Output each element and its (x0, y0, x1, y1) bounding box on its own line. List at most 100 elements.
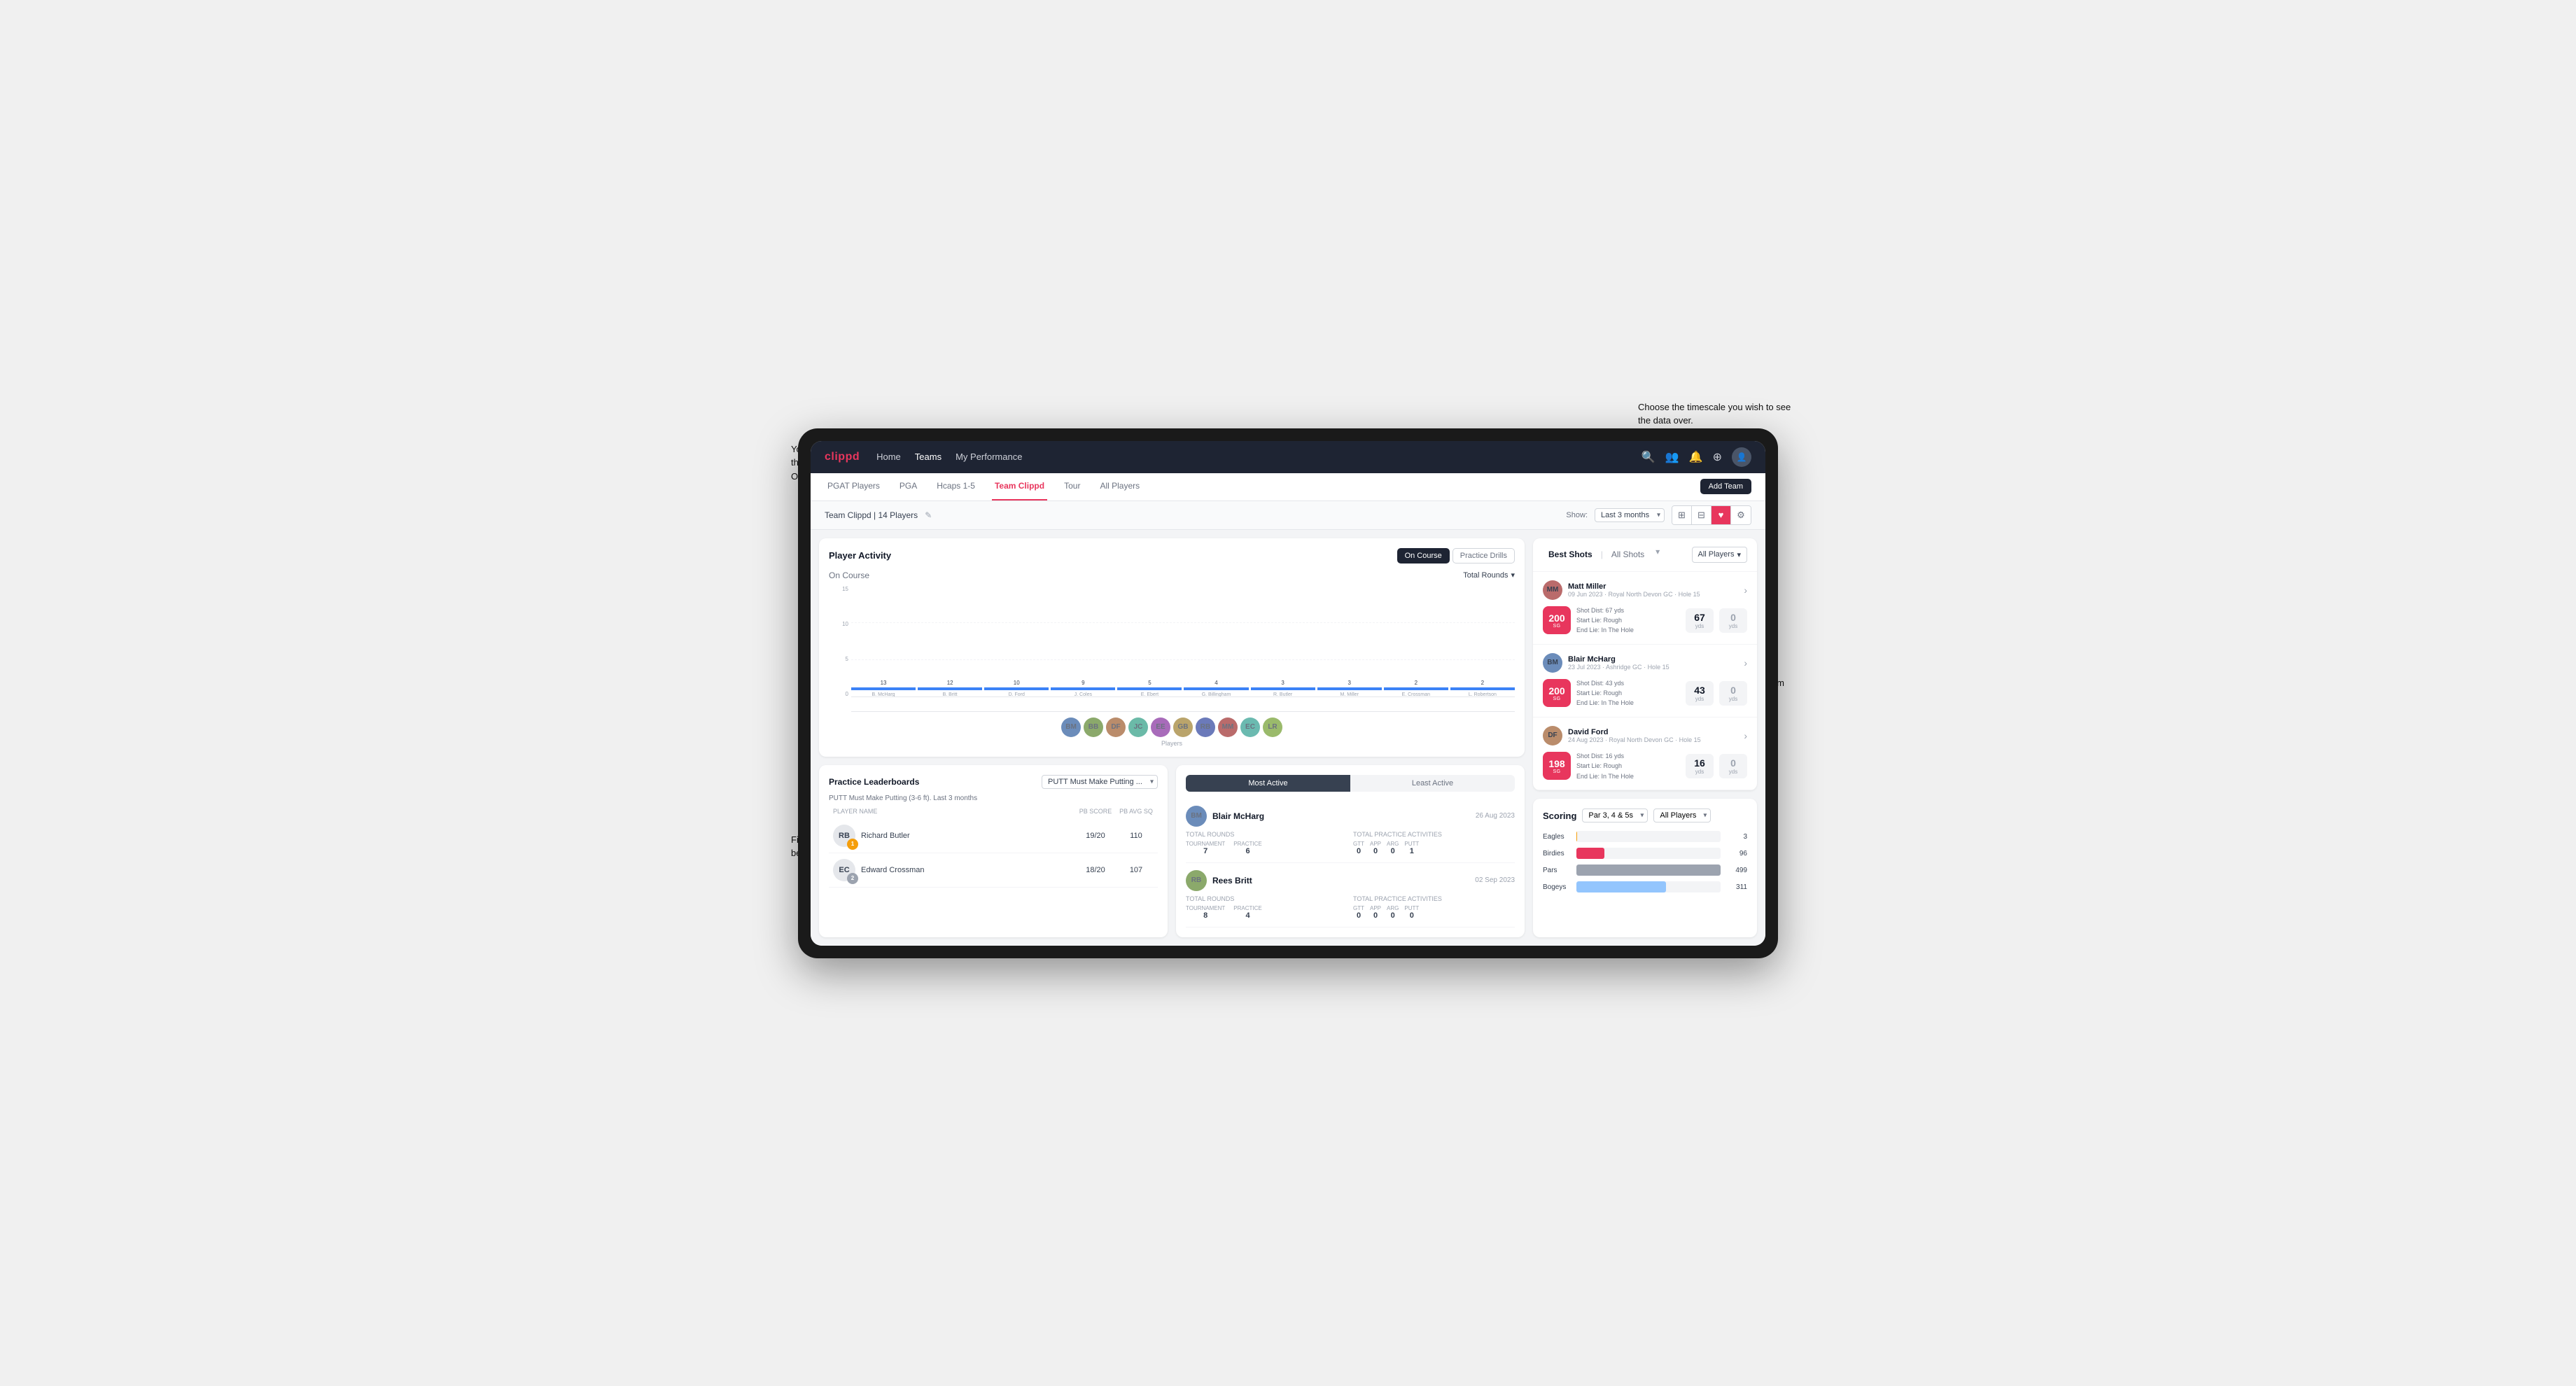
users-icon[interactable]: 👥 (1665, 450, 1679, 464)
bar-label-dford: D. Ford (1009, 692, 1025, 697)
top-nav: clippd Home Teams My Performance 🔍 👥 🔔 ⊕… (811, 441, 1765, 473)
lb-score-rbutler: 19/20 (1078, 832, 1113, 840)
gtt-col-2: GTT 0 (1353, 905, 1364, 920)
grid-view-button[interactable]: ⊟ (1692, 506, 1712, 524)
scoring-track-eagles (1576, 831, 1721, 842)
sub-nav-hcaps[interactable]: Hcaps 1-5 (934, 473, 978, 500)
arg-col-1: ARG 0 (1387, 841, 1399, 855)
scoring-card: Scoring Par 3, 4 & 5s All Players (1533, 799, 1757, 937)
activity-avatar-rbritt: RB (1186, 870, 1207, 891)
lb-avatar-ecrossman: EC 2 (833, 859, 855, 881)
all-players-dropdown[interactable]: All Players ▾ (1692, 547, 1748, 563)
rounds-stats-1: Tournament 7 Practice 6 (1186, 841, 1348, 855)
col-pb-score: PB SCORE (1078, 808, 1113, 815)
shot-stat-zero-3: 0 yds (1719, 754, 1747, 778)
shot-stat-zero-value-1: 0 (1730, 612, 1736, 623)
least-active-tab[interactable]: Least Active (1350, 775, 1515, 792)
player-activity-card: Player Activity On Course Practice Drill… (819, 538, 1525, 757)
toggle-group: On Course Practice Drills (1397, 548, 1515, 564)
sub-nav-pga[interactable]: PGA (897, 473, 920, 500)
search-icon[interactable]: 🔍 (1642, 450, 1656, 464)
activity-date-bmcharg: 26 Aug 2023 (1476, 812, 1515, 820)
lb-score-ecrossman: 18/20 (1078, 866, 1113, 874)
bar-label-jcoles: J. Coles (1074, 692, 1092, 697)
players-avatar-row: BM BB DF JC EE GB RB MM EC LR (829, 712, 1515, 737)
total-rounds-section-2: Total Rounds Tournament 8 Practice (1186, 895, 1348, 920)
nav-link-teams[interactable]: Teams (915, 449, 941, 465)
shot-stat-zero-value-3: 0 (1730, 757, 1736, 769)
shot-stat-value-1: 67 (1694, 612, 1705, 623)
bar-group-lrobertson: 2 L. Robertson (1450, 680, 1515, 697)
list-view-button[interactable]: ⊞ (1672, 506, 1692, 524)
putt-col-2: PUTT 0 (1404, 905, 1419, 920)
rank-badge-1: 1 (847, 839, 858, 850)
scoring-par-dropdown-wrapper: Par 3, 4 & 5s (1582, 808, 1648, 822)
all-shots-tab[interactable]: All Shots (1606, 547, 1650, 562)
sub-nav-pgat[interactable]: PGAT Players (825, 473, 883, 500)
shot-stat-value-2: 43 (1694, 685, 1705, 696)
leaderboard-header: Practice Leaderboards PUTT Must Make Put… (829, 775, 1158, 789)
activity-date-rbritt: 02 Sep 2023 (1475, 876, 1515, 884)
most-active-tab[interactable]: Most Active (1186, 775, 1350, 792)
app-label-2: APP (1370, 905, 1381, 911)
scoring-label-eagles: Eagles (1543, 833, 1571, 841)
sub-nav-all-players[interactable]: All Players (1097, 473, 1142, 500)
chart-dropdown[interactable]: Total Rounds ▾ (1463, 570, 1515, 580)
bar-group-ecrossman: 2 E. Crossman (1384, 680, 1448, 697)
shot-badge-value-3: 198 (1548, 758, 1564, 769)
shot-badge-2: 200 SG (1543, 679, 1571, 707)
heart-view-button[interactable]: ♥ (1712, 506, 1731, 524)
bar-group-mmiller: 3 M. Miller (1317, 680, 1382, 697)
shot-avatar-mmiller: MM (1543, 580, 1562, 600)
shot-stat-dist-3: 16 yds (1686, 754, 1714, 778)
rounds-stats-2: Tournament 8 Practice 4 (1186, 905, 1348, 920)
bar-ecrossman (1384, 687, 1448, 690)
scoring-track-birdies (1576, 848, 1721, 859)
shot-stat-label-2: yds (1695, 696, 1704, 702)
show-select[interactable]: Last 3 months Last month Last 6 months L… (1595, 508, 1665, 522)
sub-nav-tour[interactable]: Tour (1061, 473, 1083, 500)
arg-label-1: ARG (1387, 841, 1399, 847)
practice-label-1: Practice (1233, 841, 1261, 847)
best-shots-tab[interactable]: Best Shots (1543, 547, 1598, 562)
tournament-val-1: 7 (1203, 847, 1208, 855)
shot-stats-1: 200 SG Shot Dist: 67 ydsStart Lie: Rough… (1543, 606, 1747, 636)
shot-item-mmiller[interactable]: MM Matt Miller 09 Jun 2023 · Royal North… (1533, 572, 1757, 645)
leaderboard-dropdown[interactable]: PUTT Must Make Putting ... (1042, 775, 1158, 789)
total-rounds-label-2: Total Rounds (1186, 895, 1348, 902)
practice-drills-toggle[interactable]: Practice Drills (1452, 548, 1515, 564)
add-team-button[interactable]: Add Team (1700, 479, 1751, 494)
bell-icon[interactable]: 🔔 (1689, 450, 1703, 464)
shot-stat-label-3: yds (1695, 769, 1704, 775)
scoring-players-dropdown[interactable]: All Players (1653, 808, 1711, 822)
scoring-track-pars (1576, 864, 1721, 876)
shot-item-dford[interactable]: DF David Ford 24 Aug 2023 · Royal North … (1533, 718, 1757, 790)
scoring-players-dropdown-wrapper: All Players (1653, 808, 1711, 822)
shot-player-detail-1: 09 Jun 2023 · Royal North Devon GC · Hol… (1568, 591, 1738, 598)
show-select-wrapper: Last 3 months Last month Last 6 months L… (1595, 508, 1665, 522)
tablet-screen: clippd Home Teams My Performance 🔍 👥 🔔 ⊕… (811, 441, 1765, 946)
main-content: Player Activity On Course Practice Drill… (811, 530, 1765, 946)
nav-link-myperformance[interactable]: My Performance (955, 449, 1022, 465)
plus-circle-icon[interactable]: ⊕ (1713, 450, 1722, 464)
on-course-toggle[interactable]: On Course (1397, 548, 1450, 564)
bar-dford (984, 687, 1049, 690)
bar-chart: 15 10 5 0 (829, 586, 1515, 712)
total-rounds-label-1: Total Rounds (1186, 831, 1348, 838)
shots-tab-separator: | (1601, 547, 1603, 562)
scoring-par-dropdown[interactable]: Par 3, 4 & 5s (1582, 808, 1648, 822)
scoring-label-pars: Pars (1543, 867, 1571, 874)
shot-item-bmcharg[interactable]: BM Blair McHarg 23 Jul 2023 · Ashridge G… (1533, 645, 1757, 718)
avatar[interactable]: 👤 (1732, 447, 1751, 467)
leaderboard-dropdown-wrapper: PUTT Must Make Putting ... (1042, 775, 1158, 789)
tablet-frame: clippd Home Teams My Performance 🔍 👥 🔔 ⊕… (798, 428, 1778, 958)
sub-nav-team-clippd[interactable]: Team Clippd (992, 473, 1047, 500)
shot-badge-1: 200 SG (1543, 606, 1571, 634)
nav-link-home[interactable]: Home (876, 449, 901, 465)
putt-label-2: PUTT (1404, 905, 1419, 911)
shot-stat-label-1: yds (1695, 623, 1704, 629)
scoring-fill-bogeys (1576, 881, 1666, 892)
edit-icon[interactable]: ✎ (925, 510, 932, 520)
y-axis: 15 10 5 0 (829, 586, 851, 712)
filter-view-button[interactable]: ⚙ (1731, 506, 1751, 524)
